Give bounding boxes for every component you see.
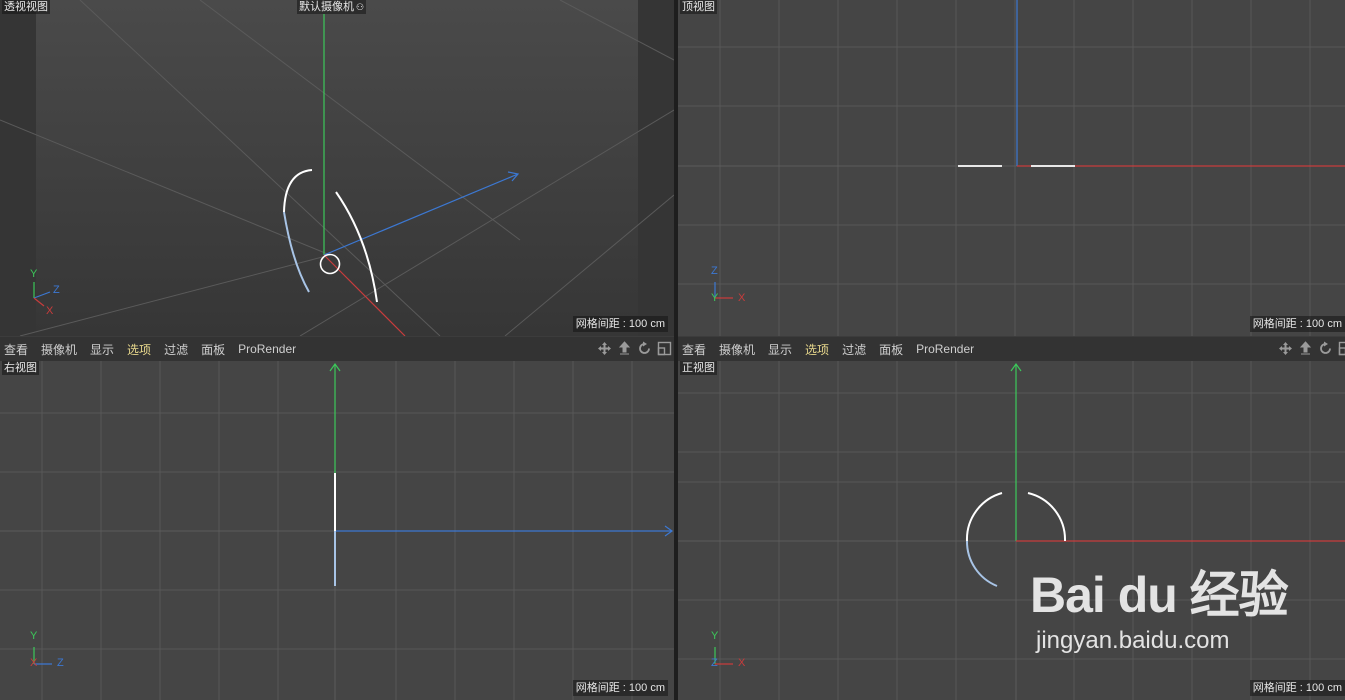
pan-view-icon[interactable] — [617, 341, 632, 356]
menu-camera[interactable]: 摄像机 — [41, 341, 77, 358]
menu-options[interactable]: 选项 — [127, 341, 151, 358]
gizmo-label-x-top: X — [738, 292, 746, 304]
menu-panel-right[interactable]: 面板 — [879, 341, 903, 358]
viewport-title-front[interactable]: 正视图 — [680, 361, 717, 375]
gizmo-label-x-right: X — [30, 657, 38, 669]
rotate-view-icon[interactable] — [1318, 341, 1333, 356]
menu-display[interactable]: 显示 — [90, 341, 114, 358]
grid-spacing-right: 网格间距 : 100 cm — [572, 680, 668, 696]
gizmo-label-y-top: Y — [711, 292, 719, 304]
menu-view-right[interactable]: 查看 — [682, 341, 706, 358]
menu-prorender-right[interactable]: ProRender — [916, 342, 974, 356]
perspective-canvas — [0, 0, 674, 336]
view-tools-left — [597, 341, 672, 356]
view-tools-right — [1278, 341, 1345, 356]
menu-camera-right[interactable]: 摄像机 — [719, 341, 755, 358]
grid-spacing-perspective: 网格间距 : 100 cm — [572, 316, 668, 332]
move-view-icon[interactable] — [1278, 341, 1293, 356]
viewport-perspective[interactable]: 透视视图 默认摄像机 ⚇ Y Z X 网格间距 : 100 cm — [0, 0, 674, 336]
maximize-view-icon[interactable] — [657, 341, 672, 356]
viewport-top[interactable]: 顶视图 Z Y X 网格间距 : 100 cm — [678, 0, 1345, 336]
gizmo-label-y: Y — [30, 268, 38, 280]
right-canvas — [0, 361, 674, 700]
grid-spacing-front: 网格间距 : 100 cm — [1249, 680, 1345, 696]
gizmo-label-y-front: Y — [711, 630, 719, 642]
menubar-right: 查看 摄像机 显示 选项 过滤 面板 ProRender — [678, 336, 1345, 362]
menu-filter-right[interactable]: 过滤 — [842, 341, 866, 358]
spline-front-lower-left — [965, 540, 998, 587]
gizmo-label-z-front: Z — [711, 657, 718, 669]
camera-icon: ⚇ — [356, 2, 365, 12]
menu-panel[interactable]: 面板 — [201, 341, 225, 358]
maximize-view-icon[interactable] — [1338, 341, 1345, 356]
move-view-icon[interactable] — [597, 341, 612, 356]
top-grid — [678, 0, 1345, 336]
watermark-brand: Bai du 经验 — [1030, 567, 1289, 623]
viewport-title-perspective[interactable]: 透视视图 — [2, 0, 50, 14]
menu-filter[interactable]: 过滤 — [164, 341, 188, 358]
gizmo-label-z-right: Z — [57, 657, 64, 669]
menubar-left: 查看 摄像机 显示 选项 过滤 面板 ProRender — [0, 336, 674, 362]
viewport-title-right[interactable]: 右视图 — [2, 361, 39, 375]
pan-view-icon[interactable] — [1298, 341, 1313, 356]
camera-name-label[interactable]: 默认摄像机 ⚇ — [297, 0, 367, 14]
gizmo-label-z-top: Z — [711, 265, 718, 277]
gizmo-label-y-right: Y — [30, 630, 38, 642]
menu-display-right[interactable]: 显示 — [768, 341, 792, 358]
gizmo-label-z: Z — [53, 284, 60, 296]
menu-view[interactable]: 查看 — [4, 341, 28, 358]
top-canvas — [678, 0, 1345, 336]
watermark-url: jingyan.baidu.com — [1036, 627, 1230, 654]
rotate-view-icon[interactable] — [637, 341, 652, 356]
grid-spacing-top: 网格间距 : 100 cm — [1249, 316, 1345, 332]
viewport-splitter[interactable] — [674, 0, 678, 700]
viewport-right[interactable]: 右视图 Y X Z 网格间距 : 100 cm — [0, 361, 674, 700]
viewport-title-top[interactable]: 顶视图 — [680, 0, 717, 14]
menu-options-right[interactable]: 选项 — [805, 341, 829, 358]
menu-prorender[interactable]: ProRender — [238, 342, 296, 356]
spline-front-upper-left — [965, 492, 1003, 542]
gizmo-label-x: X — [46, 305, 54, 317]
spline-front-right — [1027, 492, 1067, 542]
baidu-jingyan-watermark: Bai du 经验 jingyan.baidu.com — [1030, 555, 1289, 655]
gizmo-label-x-front: X — [738, 657, 746, 669]
